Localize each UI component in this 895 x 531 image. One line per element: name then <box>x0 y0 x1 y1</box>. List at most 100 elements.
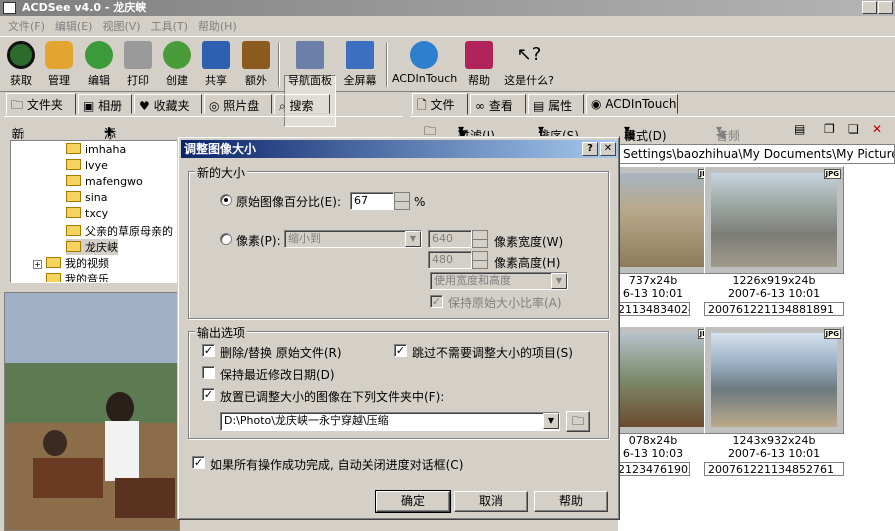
filter-button[interactable]: ▼ 过滤(I) ▾ <box>458 122 495 143</box>
mode-button[interactable]: ▦ 模式(D) ▾ <box>624 122 667 143</box>
album-icon: ▣ <box>83 99 99 113</box>
properties-icon: ▤ <box>533 99 549 113</box>
tab-files[interactable]: 🗋 文件 <box>412 93 468 115</box>
menu-help[interactable]: 帮助(H) <box>198 18 237 34</box>
tab-acdintouch[interactable]: ◉ ACDInTouch <box>586 94 678 114</box>
folder-icon <box>66 159 81 170</box>
tree-item[interactable]: sina <box>66 191 108 207</box>
thumbnail[interactable]: JPG <box>618 166 718 274</box>
thumbnail-image <box>711 333 837 427</box>
delete-replace-label: 删除/替换 原始文件(R) <box>220 346 342 360</box>
create-icon <box>163 41 191 69</box>
path-bar[interactable]: Settings\baozhihua\My Documents\My Pictu… <box>618 144 895 164</box>
wand-icon <box>85 41 113 69</box>
tab-search[interactable]: ⌕ 搜索 <box>274 94 330 114</box>
tree-item[interactable]: imhaha <box>66 143 126 159</box>
menu-edit[interactable]: 编辑(E) <box>55 18 93 34</box>
glasses-icon: ∞ <box>475 99 489 113</box>
tree-item[interactable]: txcy <box>66 207 108 223</box>
browse-folder-button[interactable]: 🗀 <box>566 411 590 432</box>
acdsee-window: ACDSee v4.0 - 龙庆峡 文件(F) 编辑(E) 视图(V) 工具(T… <box>0 0 895 531</box>
acdintouch-button[interactable]: ACDInTouch <box>392 41 457 85</box>
tree-item-selected[interactable]: 龙庆峡 <box>66 239 118 255</box>
extras-button[interactable]: 额外 <box>239 41 273 88</box>
dropdown-arrow-icon: ▼ <box>551 273 567 289</box>
auto-close-label: 如果所有操作成功完成, 自动关闭进度对话框(C) <box>210 458 464 472</box>
folder-path-select[interactable]: D:\Photo\龙庆峡一永宁穿越\压缩 ▼ <box>220 412 560 431</box>
toolbar-separator <box>386 43 388 87</box>
skip-items-label: 跳过不需要调整大小的项目(S) <box>412 346 573 360</box>
file-icon: 🗋 <box>417 98 431 112</box>
tree-item[interactable]: 我的音乐 <box>46 271 109 282</box>
sort-button[interactable]: ⇅ 排序(S) ▾ <box>538 122 579 143</box>
maximize-button[interactable] <box>878 1 893 14</box>
folder-icon <box>45 41 73 69</box>
tree-item[interactable]: 父亲的草原母亲的 <box>66 223 173 239</box>
tab-folders[interactable]: 🗀 文件夹 <box>6 93 76 115</box>
app-icon <box>3 2 16 14</box>
place-folder-checkbox[interactable]: ✓ <box>202 388 215 401</box>
delete-replace-checkbox[interactable]: ✓ <box>202 344 215 357</box>
dialog-close-button[interactable]: ✕ <box>600 142 616 156</box>
whats-this-button[interactable]: ↖? 这是什么? <box>500 41 558 88</box>
pixel-radio[interactable] <box>220 233 232 245</box>
nav-panel-button[interactable]: 导航面板 <box>284 41 336 88</box>
percent-input[interactable]: 67 <box>350 192 394 210</box>
copy-icon[interactable]: ❐ <box>824 122 835 136</box>
disc-icon: ◎ <box>209 99 224 113</box>
acquire-button[interactable]: 获取 <box>4 41 38 88</box>
help-dialog-button[interactable]: 帮助 <box>534 491 608 512</box>
folder-icon <box>46 257 61 268</box>
folder-open-icon <box>66 241 81 252</box>
folder-icon <box>66 191 81 202</box>
delete-icon[interactable]: ✕ <box>872 122 882 136</box>
menu-tools[interactable]: 工具(T) <box>151 18 188 34</box>
height-input[interactable]: 480 <box>428 251 472 269</box>
menu-view[interactable]: 视图(V) <box>102 18 140 34</box>
tab-albums[interactable]: ▣ 相册 <box>78 94 132 114</box>
thumbnail[interactable]: JPG <box>704 326 844 434</box>
cancel-button[interactable]: 取消 <box>454 491 528 512</box>
tab-favorites[interactable]: ♥ 收藏夹 <box>134 94 202 114</box>
percent-radio[interactable] <box>220 194 232 206</box>
dropdown-arrow-icon: ▼ <box>405 231 421 247</box>
use-wh-select[interactable]: 使用宽度和高度 ▼ <box>430 272 568 290</box>
minimize-button[interactable] <box>862 1 877 14</box>
audio-button[interactable]: ◀ 音频 ▾ <box>716 122 740 143</box>
skip-items-checkbox[interactable]: ✓ <box>394 344 407 357</box>
tree-item[interactable]: + 我的视频 <box>33 255 109 271</box>
share-button[interactable]: 共享 <box>199 41 233 88</box>
manage-button[interactable]: 管理 <box>42 41 76 88</box>
fullscreen-button[interactable]: 全屏幕 <box>340 41 380 88</box>
create-button[interactable]: 创建 <box>160 41 194 88</box>
edit-button[interactable]: 编辑 <box>82 41 116 88</box>
thumb-filename: 21234761902 <box>618 462 690 476</box>
menu-file[interactable]: 文件(F) <box>8 18 45 34</box>
keep-ratio-checkbox[interactable]: ✓ <box>430 295 443 308</box>
auto-close-checkbox[interactable]: ✓ <box>192 456 205 469</box>
tab-photo-discs[interactable]: ◎ 照片盘 <box>204 94 272 114</box>
percent-spinner[interactable] <box>394 192 410 210</box>
thumbnail[interactable]: JPG <box>618 326 718 434</box>
help-question-button[interactable]: ? <box>582 142 598 156</box>
tab-view[interactable]: ∞ 查看 <box>470 94 526 114</box>
print-button[interactable]: 打印 <box>121 41 155 88</box>
keep-date-checkbox[interactable] <box>202 366 215 379</box>
printer-icon <box>124 41 152 69</box>
pixel-preset-select[interactable]: 缩小到 ▼ <box>284 230 422 248</box>
help-button[interactable]: 帮助 <box>462 41 496 88</box>
width-input[interactable]: 640 <box>428 230 472 248</box>
percent-label: 原始图像百分比(E): <box>236 195 341 209</box>
tree-item[interactable]: lvye <box>66 159 108 175</box>
ok-button[interactable]: 确定 <box>375 490 451 513</box>
height-spinner[interactable] <box>472 251 488 269</box>
thumb-filename: 21134834024 <box>618 302 690 316</box>
tree-item[interactable]: mafengwo <box>66 175 143 191</box>
paste-icon[interactable]: ❏ <box>848 122 859 136</box>
width-spinner[interactable] <box>472 230 488 248</box>
thumbnail[interactable]: JPG <box>704 166 844 274</box>
tab-properties[interactable]: ▤ 属性 <box>528 94 584 114</box>
document-icon[interactable]: ▤ <box>794 122 805 136</box>
expand-icon[interactable]: + <box>33 260 42 269</box>
box-icon <box>242 41 270 69</box>
